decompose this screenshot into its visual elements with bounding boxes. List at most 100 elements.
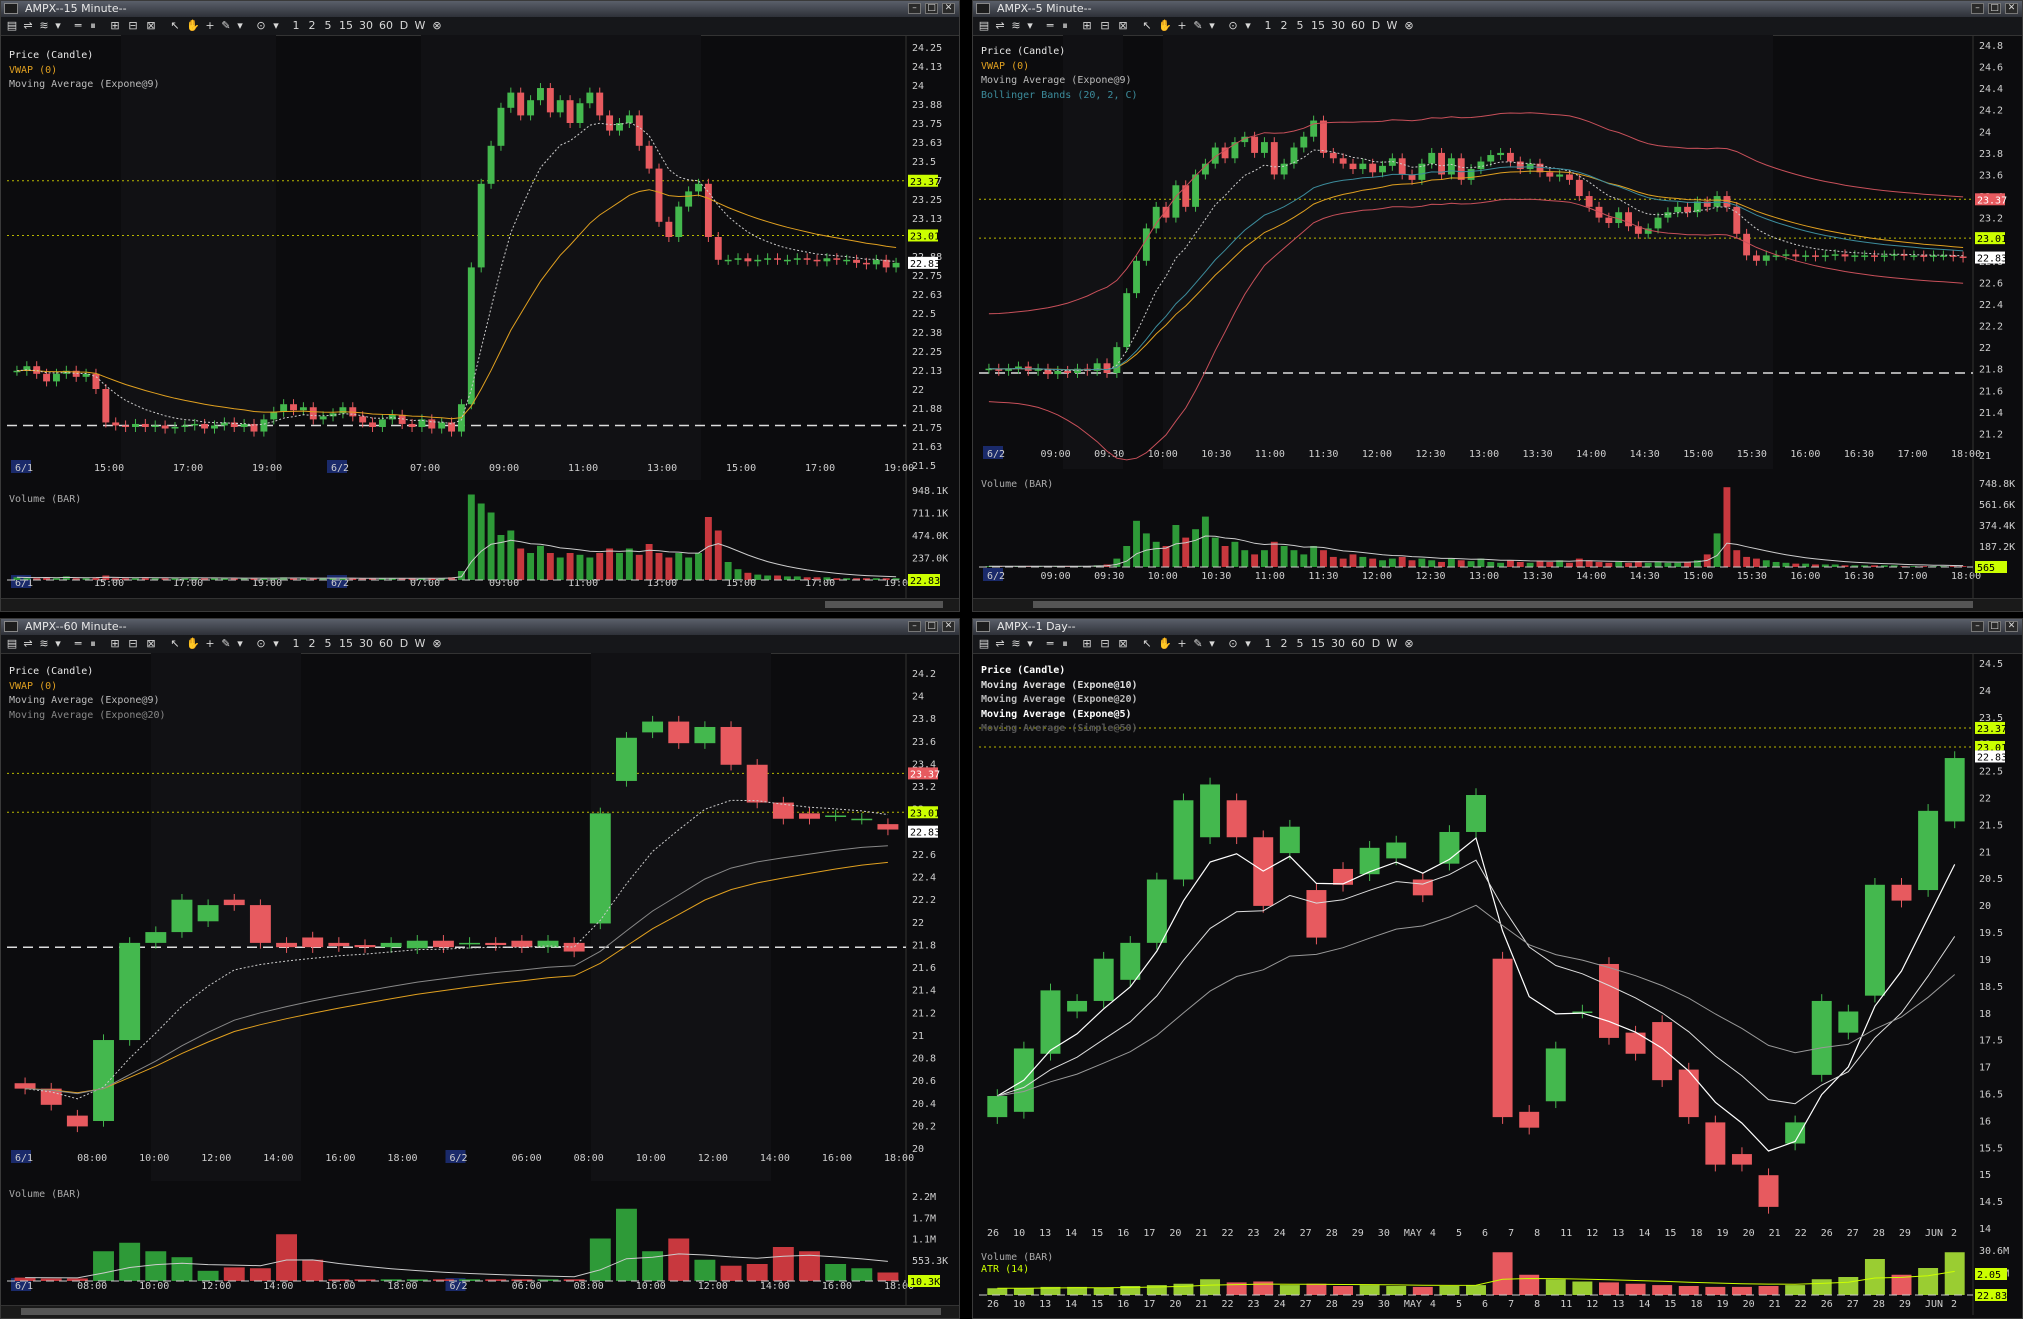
toolbar-button[interactable]: 15 <box>337 637 355 651</box>
toolbar-button[interactable]: ↖ <box>167 637 183 651</box>
toolbar-button[interactable]: 2 <box>305 637 319 651</box>
toolbar-button[interactable]: ≋ <box>1009 19 1023 33</box>
toolbar-button[interactable]: 15 <box>337 19 355 33</box>
toolbar-button[interactable]: 30 <box>357 19 375 33</box>
volume-plot[interactable]: 6/1 15:00 17:00 19:00 6/2 07:00 09:00 11:00 13:0… <box>1 480 959 601</box>
minimize-button[interactable]: – <box>908 621 921 632</box>
toolbar-button[interactable]: 1 <box>289 19 303 33</box>
toolbar-button[interactable]: ✋ <box>1157 637 1173 651</box>
toolbar-button[interactable]: 60 <box>1349 637 1367 651</box>
volume-plot[interactable]: 6/2 09:00 09:30 10:00 10:30 11:00 11:30 12:00 12… <box>973 469 2022 601</box>
close-button[interactable]: ✕ <box>2005 621 2018 632</box>
toolbar-button[interactable]: ▾ <box>1025 19 1035 33</box>
toolbar-button[interactable]: ⊞ <box>1079 637 1095 651</box>
horizontal-scrollbar[interactable] <box>1 598 959 611</box>
horizontal-scrollbar[interactable] <box>1 1305 959 1318</box>
toolbar-button[interactable]: ⇌ <box>993 19 1007 33</box>
toolbar-button[interactable]: ↖ <box>1139 19 1155 33</box>
toolbar-button[interactable]: ▾ <box>235 19 245 33</box>
toolbar-button[interactable]: ▾ <box>53 637 63 651</box>
scrollbar-thumb[interactable] <box>21 1308 941 1315</box>
toolbar-button[interactable]: ▤ <box>977 637 991 651</box>
toolbar-button[interactable]: ✎ <box>1191 637 1205 651</box>
toolbar-button[interactable]: ✋ <box>185 19 201 33</box>
window-titlebar[interactable]: AMPX--1 Day-- – □ ✕ <box>973 619 2022 635</box>
minimize-button[interactable]: – <box>908 3 921 14</box>
toolbar-button[interactable]: 2 <box>1277 637 1291 651</box>
toolbar-button[interactable]: ✎ <box>219 19 233 33</box>
window-titlebar[interactable]: AMPX--60 Minute-- – □ ✕ <box>1 619 959 635</box>
price-plot[interactable]: 24.25 24.13 24 23.88 23.75 23.63 23.5 23.37 23.2… <box>1 35 959 480</box>
toolbar-button[interactable]: ⏸ <box>1059 19 1071 33</box>
toolbar-button[interactable]: D <box>397 637 411 651</box>
toolbar-button[interactable]: ▤ <box>977 19 991 33</box>
toolbar-button[interactable]: D <box>1369 637 1383 651</box>
toolbar-button[interactable]: ⊟ <box>125 19 141 33</box>
scrollbar-thumb[interactable] <box>1033 601 1973 608</box>
window-titlebar[interactable]: AMPX--15 Minute-- – □ ✕ <box>1 1 959 17</box>
toolbar-button[interactable]: ⊠ <box>1115 637 1131 651</box>
toolbar-button[interactable]: ⊞ <box>107 19 123 33</box>
volume-plot[interactable]: 6/1 08:00 10:00 12:00 14:00 16:00 18:00 6/2 06:0… <box>1 1181 959 1308</box>
toolbar-button[interactable]: 60 <box>377 637 395 651</box>
close-button[interactable]: ✕ <box>942 621 955 632</box>
price-plot[interactable]: 24.22423.823.623.423.22322.822.622.422.2… <box>1 653 959 1181</box>
toolbar-button[interactable]: 15 <box>1309 637 1327 651</box>
toolbar-button[interactable]: ✎ <box>1191 19 1205 33</box>
toolbar-button[interactable]: ↖ <box>167 19 183 33</box>
toolbar-button[interactable]: ⊙ <box>253 19 269 33</box>
close-button[interactable]: ✕ <box>942 3 955 14</box>
toolbar-button[interactable]: ✋ <box>1157 19 1173 33</box>
toolbar-button[interactable]: 5 <box>1293 19 1307 33</box>
toolbar-button[interactable]: ≋ <box>1009 637 1023 651</box>
toolbar-button[interactable]: ▾ <box>271 19 281 33</box>
toolbar-button[interactable]: ⏸ <box>87 637 99 651</box>
toolbar-button[interactable]: 2 <box>305 19 319 33</box>
price-plot[interactable]: 24.824.624.424.22423.823.623.423.22322.8… <box>973 35 2022 469</box>
maximize-button[interactable]: □ <box>925 621 938 632</box>
horizontal-scrollbar[interactable] <box>973 598 2022 611</box>
toolbar-button[interactable]: W <box>413 637 427 651</box>
toolbar-button[interactable]: W <box>1385 637 1399 651</box>
close-button[interactable]: ✕ <box>2005 3 2018 14</box>
toolbar-button[interactable]: 5 <box>321 19 335 33</box>
toolbar-button[interactable]: + <box>1175 19 1189 33</box>
toolbar-button[interactable]: ↖ <box>1139 637 1155 651</box>
toolbar-button[interactable]: ▾ <box>271 637 281 651</box>
maximize-button[interactable]: □ <box>1988 621 2001 632</box>
toolbar-button[interactable]: D <box>1369 19 1383 33</box>
price-plot[interactable]: 24.52423.52322.52221.52120.52019.51918.5… <box>973 653 2022 1245</box>
toolbar-button[interactable]: ⊞ <box>107 637 123 651</box>
toolbar-button[interactable]: ⊙ <box>1225 19 1241 33</box>
toolbar-button[interactable]: ⊟ <box>1097 19 1113 33</box>
toolbar-button[interactable]: ⊙ <box>253 637 269 651</box>
toolbar-button[interactable]: W <box>413 19 427 33</box>
toolbar-button[interactable]: ≋ <box>37 19 51 33</box>
toolbar-button[interactable]: ⏸ <box>1059 637 1071 651</box>
toolbar-button[interactable]: ⊞ <box>1079 19 1095 33</box>
maximize-button[interactable]: □ <box>925 3 938 14</box>
toolbar-button[interactable]: ▾ <box>235 637 245 651</box>
toolbar-button[interactable]: 30 <box>1329 19 1347 33</box>
window-titlebar[interactable]: AMPX--5 Minute-- – □ ✕ <box>973 1 2022 17</box>
toolbar-button[interactable]: 30 <box>357 637 375 651</box>
toolbar-button[interactable]: 60 <box>1349 19 1367 33</box>
toolbar-button[interactable]: ⇌ <box>21 19 35 33</box>
toolbar-button[interactable]: 2 <box>1277 19 1291 33</box>
toolbar-button[interactable]: ⇌ <box>993 637 1007 651</box>
toolbar-button[interactable]: W <box>1385 19 1399 33</box>
toolbar-button[interactable]: ⊙ <box>1225 637 1241 651</box>
toolbar-button[interactable]: ✎ <box>219 637 233 651</box>
toolbar-button[interactable]: ═ <box>1043 637 1057 651</box>
toolbar-button[interactable]: ▾ <box>53 19 63 33</box>
toolbar-button[interactable]: ⊟ <box>125 637 141 651</box>
volume-plot[interactable]: 26 10 13 14 15 16 17 20 21 22 23 24 27 28 29 30 MAY 4 5 6 7 8… <box>973 1245 2022 1315</box>
toolbar-button[interactable]: 30 <box>1329 637 1347 651</box>
toolbar-button[interactable]: 15 <box>1309 19 1327 33</box>
minimize-button[interactable]: – <box>1971 621 1984 632</box>
toolbar-button[interactable]: ⏸ <box>87 19 99 33</box>
toolbar-button[interactable]: ⊠ <box>143 637 159 651</box>
toolbar-button[interactable]: ▾ <box>1243 19 1253 33</box>
toolbar-button[interactable]: D <box>397 19 411 33</box>
scrollbar-thumb[interactable] <box>825 601 943 608</box>
